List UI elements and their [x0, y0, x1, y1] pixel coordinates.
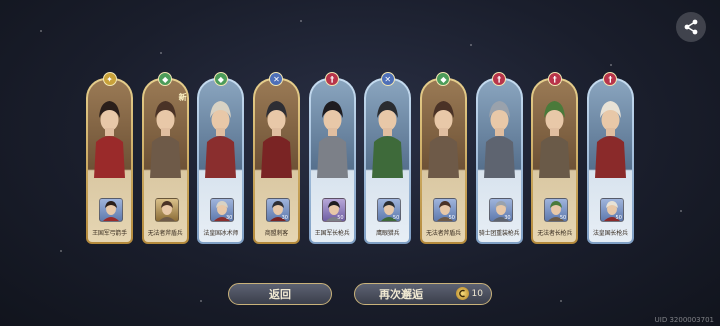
unit-portrait: [483, 101, 515, 178]
unit-card[interactable]: ◆ 新 无法者斧盾兵: [141, 72, 189, 244]
share-icon: [684, 19, 698, 35]
unit-card[interactable]: ✦ 王国军弓箭手: [86, 72, 133, 244]
unit-name: 法皇国长枪兵: [593, 230, 628, 237]
unit-item-slot: [99, 198, 123, 222]
unit-name: 骑士团重装枪兵: [478, 230, 520, 237]
unit-portrait: [260, 101, 292, 178]
item-count: 50: [559, 215, 567, 221]
unit-class-badge-icon: †: [325, 72, 340, 86]
unit-item-slot: 50: [599, 198, 624, 222]
item-count: 30: [225, 215, 233, 221]
unit-portrait: [594, 101, 626, 178]
unit-name: 鹰眼猎兵: [376, 230, 400, 237]
unit-class-badge-icon: ◆: [158, 72, 173, 86]
unit-card[interactable]: ◆ 30 法皇国冰术师: [197, 72, 245, 244]
unit-portrait: [539, 101, 571, 178]
unit-class-badge-icon: †: [603, 72, 618, 86]
item-count: 30: [504, 215, 511, 221]
unit-item-slot: 30: [265, 198, 290, 222]
unit-card[interactable]: † 50 无法者长枪兵: [531, 72, 579, 244]
unit-item-slot: 30: [210, 198, 235, 222]
unit-card[interactable]: ◆ 50 无法者斧盾兵: [419, 72, 467, 244]
unit-portrait: [316, 101, 348, 178]
item-count: 50: [615, 215, 622, 221]
unit-item-slot: [154, 198, 179, 222]
unit-portrait: [427, 101, 459, 178]
unit-name: 无法者斧盾兵: [426, 230, 461, 237]
recruit-cost: 10: [455, 287, 483, 300]
unit-class-badge-icon: †: [547, 72, 562, 86]
back-label: 返回: [269, 288, 291, 301]
unit-class-badge-icon: ✦: [102, 72, 117, 86]
unit-avatar-icon: [158, 201, 175, 221]
unit-item-slot: 50: [377, 198, 402, 222]
unit-name: 王国军长枪兵: [314, 230, 350, 237]
unit-item-slot: 50: [544, 198, 569, 222]
unit-card[interactable]: † 30 骑士团重装枪兵: [475, 72, 523, 244]
item-count: 30: [281, 215, 288, 221]
unit-avatar-icon: [103, 201, 119, 221]
unit-name: 法皇国冰术师: [203, 230, 239, 237]
unit-portrait: [94, 101, 125, 178]
unit-class-badge-icon: ✕: [380, 72, 395, 86]
unit-name: 无法者斧盾兵: [147, 230, 183, 237]
unit-class-badge-icon: †: [492, 72, 507, 86]
item-count: 50: [392, 215, 400, 221]
unit-name: 王国军弓箭手: [92, 230, 127, 237]
uid-label: UID 3200003701: [654, 316, 714, 324]
new-tag: 新: [178, 92, 187, 102]
unit-item-slot: 50: [321, 198, 346, 222]
unit-item-slot: 30: [488, 198, 513, 222]
item-count: 50: [448, 215, 455, 221]
item-count: 50: [337, 215, 344, 221]
unit-card[interactable]: † 50 法皇国长枪兵: [586, 72, 634, 244]
recruit-again-button[interactable]: 再次邂逅 10: [354, 283, 492, 305]
recruit-cost-value: 10: [471, 288, 483, 299]
unit-class-badge-icon: ◆: [436, 72, 451, 86]
unit-class-badge-icon: ✕: [269, 72, 284, 86]
unit-portrait: [372, 101, 404, 178]
share-button[interactable]: [676, 12, 706, 42]
unit-card[interactable]: ✕ 50 鹰眼猎兵: [364, 72, 412, 244]
unit-card[interactable]: ✕ 30 商盟刺客: [252, 72, 300, 244]
unit-item-slot: 50: [432, 198, 457, 222]
unit-portrait: [205, 101, 237, 178]
unit-name: 商盟刺客: [264, 230, 289, 237]
unit-name: 无法者长枪兵: [537, 230, 573, 237]
unit-card[interactable]: † 50 王国军长枪兵: [308, 72, 356, 244]
unit-class-badge-icon: ◆: [213, 72, 228, 86]
back-button[interactable]: 返回: [228, 283, 332, 305]
recruit-again-label: 再次邂逅: [379, 288, 423, 301]
recruit-results: ✦ 王国军弓箭手 ◆ 新 无法者斧盾兵 ◆ 30 法皇国冰术师 ✕ 30 商盟刺…: [86, 72, 634, 244]
coin-icon: [455, 287, 469, 300]
